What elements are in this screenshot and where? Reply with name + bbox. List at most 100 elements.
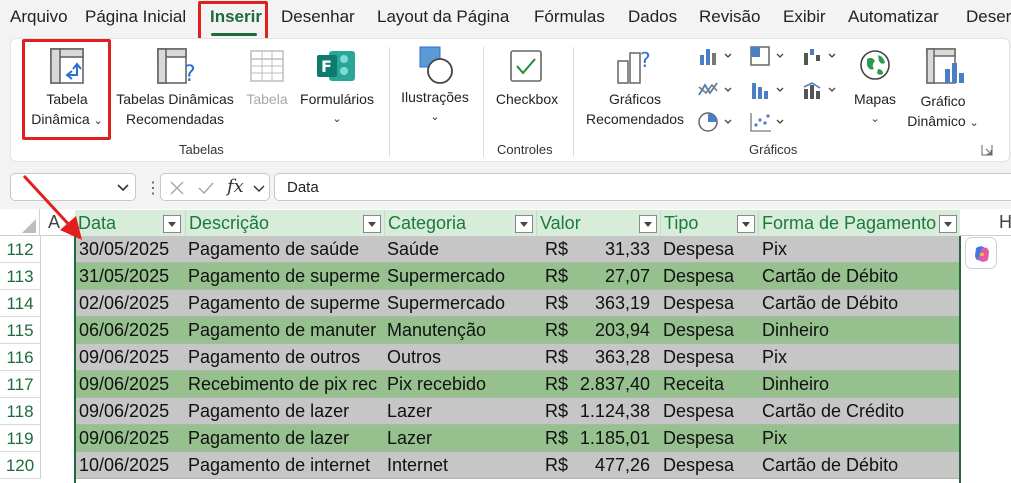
column-header-h[interactable]: H <box>999 209 1011 236</box>
filter-dropdown-button[interactable] <box>515 215 533 233</box>
row-header[interactable]: 115 <box>0 317 40 344</box>
cell-forma-pagamento[interactable]: Pix <box>762 236 958 263</box>
tab-revisao[interactable]: Revisão <box>699 7 760 27</box>
cell-categoria[interactable]: Lazer <box>387 398 535 425</box>
cell-forma-pagamento[interactable]: Cartão de Débito <box>762 263 958 290</box>
cell-tipo[interactable]: Despesa <box>663 263 757 290</box>
cell-data[interactable]: 31/05/2025 <box>79 263 185 290</box>
cell-valor[interactable]: 363,19 <box>560 290 650 317</box>
cell-descricao[interactable]: Pagamento de manuter <box>188 317 384 344</box>
checkbox-button[interactable]: Checkbox <box>491 89 563 109</box>
tab-layout-da-pagina[interactable]: Layout da Página <box>377 7 509 27</box>
filter-dropdown-button[interactable] <box>363 215 381 233</box>
cell-data[interactable]: 02/06/2025 <box>79 290 185 317</box>
cell-forma-pagamento[interactable]: Cartão de Crédito <box>762 398 958 425</box>
scatter-chart-button[interactable] <box>749 111 787 138</box>
row-header[interactable]: 117 <box>0 371 40 398</box>
cell-valor[interactable]: 2.837,40 <box>560 371 650 398</box>
filter-dropdown-button[interactable] <box>737 215 755 233</box>
recommended-charts-button[interactable]: Gráficos Recomendados <box>583 89 687 129</box>
statistic-chart-button[interactable] <box>749 79 787 106</box>
cell-valor[interactable]: 1.124,38 <box>560 398 650 425</box>
cell-forma-pagamento[interactable]: Pix <box>762 425 958 452</box>
cell-categoria[interactable]: Outros <box>387 344 535 371</box>
cell-categoria[interactable]: Manutenção <box>387 317 535 344</box>
tab-pagina-inicial[interactable]: Página Inicial <box>85 7 186 27</box>
enter-icon[interactable] <box>198 181 214 195</box>
cell-forma-pagamento[interactable]: Cartão de Débito <box>762 290 958 317</box>
row-header[interactable]: 114 <box>0 290 40 317</box>
copilot-button[interactable] <box>965 237 997 269</box>
cell-tipo[interactable]: Despesa <box>663 317 757 344</box>
cell-forma-pagamento[interactable]: Pix <box>762 344 958 371</box>
cell-categoria[interactable]: Internet <box>387 452 535 479</box>
filter-dropdown-button[interactable] <box>939 215 957 233</box>
cell-descricao[interactable]: Pagamento de superme <box>188 290 384 317</box>
table-button[interactable]: Tabela <box>241 89 293 109</box>
cell-tipo[interactable]: Despesa <box>663 236 757 263</box>
row-header[interactable]: 119 <box>0 425 40 452</box>
cell-forma-pagamento[interactable]: Dinheiro <box>762 317 958 344</box>
cell-valor[interactable]: 27,07 <box>560 263 650 290</box>
row-header[interactable]: 116 <box>0 344 40 371</box>
cell-valor[interactable]: 363,28 <box>560 344 650 371</box>
column-chart-button[interactable] <box>697 45 735 72</box>
cell-valor[interactable]: 477,26 <box>560 452 650 479</box>
cell-descricao[interactable]: Pagamento de internet <box>188 452 384 479</box>
cell-descricao[interactable]: Pagamento de lazer <box>188 425 384 452</box>
cell-tipo[interactable]: Despesa <box>663 344 757 371</box>
recommended-pivot-button[interactable]: Tabelas Dinâmicas Recomendadas <box>115 89 235 129</box>
cell-data[interactable]: 09/06/2025 <box>79 425 185 452</box>
cancel-icon[interactable] <box>170 181 184 195</box>
tab-exibir[interactable]: Exibir <box>783 7 826 27</box>
forms-button[interactable]: Formulários ⌄ <box>295 89 379 129</box>
filter-dropdown-button[interactable] <box>639 215 657 233</box>
cell-data[interactable]: 06/06/2025 <box>79 317 185 344</box>
row-header[interactable]: 120 <box>0 452 40 479</box>
cell-forma-pagamento[interactable]: Cartão de Débito <box>762 452 958 479</box>
insert-function-icon[interactable]: fx <box>227 176 244 197</box>
tab-arquivo[interactable]: Arquivo <box>10 7 68 27</box>
cell-tipo[interactable]: Despesa <box>663 452 757 479</box>
filter-dropdown-button[interactable] <box>163 215 181 233</box>
cell-valor[interactable]: 31,33 <box>560 236 650 263</box>
cell-valor[interactable]: 1.185,01 <box>560 425 650 452</box>
cell-categoria[interactable]: Saúde <box>387 236 535 263</box>
cell-categoria[interactable]: Supermercado <box>387 290 535 317</box>
dialog-launcher-icon[interactable] <box>981 143 993 161</box>
cell-categoria[interactable]: Pix recebido <box>387 371 535 398</box>
cell-valor[interactable]: 203,94 <box>560 317 650 344</box>
tab-desenhar[interactable]: Desenhar <box>281 7 355 27</box>
cell-descricao[interactable]: Pagamento de lazer <box>188 398 384 425</box>
combo-chart-button[interactable] <box>801 79 839 106</box>
cell-tipo[interactable]: Despesa <box>663 425 757 452</box>
illustrations-button[interactable]: Ilustrações ⌄ <box>397 87 473 127</box>
cell-descricao[interactable]: Recebimento de pix rec <box>188 371 384 398</box>
tab-desenvolvedor[interactable]: Deser <box>966 7 1011 27</box>
waterfall-chart-button[interactable] <box>801 45 839 72</box>
formula-input[interactable]: Data <box>274 173 1011 201</box>
cell-data[interactable]: 10/06/2025 <box>79 452 185 479</box>
cell-data[interactable]: 09/06/2025 <box>79 371 185 398</box>
chevron-down-icon[interactable] <box>253 184 265 194</box>
pivot-chart-button[interactable]: Gráfico Dinâmico ⌄ <box>903 91 983 133</box>
cell-data[interactable]: 30/05/2025 <box>79 236 185 263</box>
tab-automatizar[interactable]: Automatizar <box>848 7 939 27</box>
hierarchy-chart-button[interactable] <box>749 45 787 72</box>
cell-forma-pagamento[interactable]: Dinheiro <box>762 371 958 398</box>
cell-descricao[interactable]: Pagamento de outros <box>188 344 384 371</box>
tab-formulas[interactable]: Fórmulas <box>534 7 605 27</box>
line-chart-button[interactable] <box>697 79 735 106</box>
cell-tipo[interactable]: Despesa <box>663 398 757 425</box>
cell-data[interactable]: 09/06/2025 <box>79 398 185 425</box>
row-header[interactable]: 113 <box>0 263 40 290</box>
row-header[interactable]: 118 <box>0 398 40 425</box>
cell-categoria[interactable]: Supermercado <box>387 263 535 290</box>
maps-button[interactable]: Mapas ⌄ <box>843 89 907 129</box>
cell-data[interactable]: 09/06/2025 <box>79 344 185 371</box>
more-options-icon[interactable]: ⋮ <box>145 178 161 198</box>
cell-descricao[interactable]: Pagamento de saúde <box>188 236 384 263</box>
cell-descricao[interactable]: Pagamento de superme <box>188 263 384 290</box>
pie-chart-button[interactable] <box>697 111 735 138</box>
cell-tipo[interactable]: Despesa <box>663 290 757 317</box>
